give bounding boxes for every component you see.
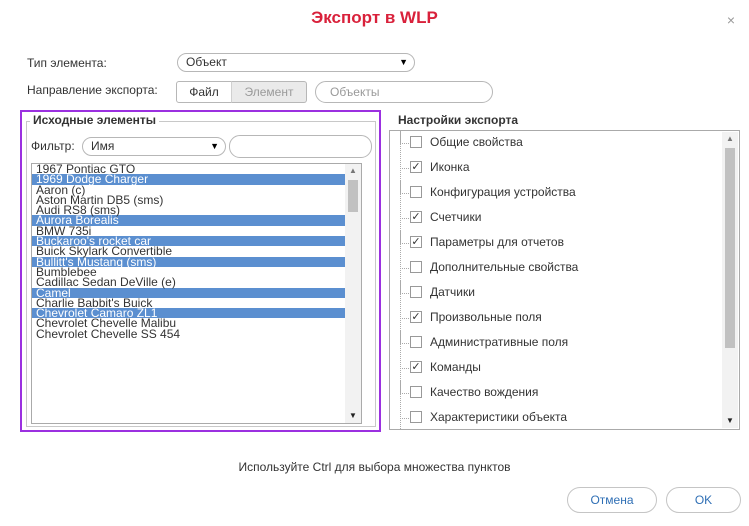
- list-item[interactable]: Chevrolet Chevelle SS 454: [32, 328, 345, 340]
- tree-connector: [400, 156, 409, 169]
- checkbox[interactable]: [410, 411, 422, 423]
- settings-scrollbar[interactable]: ▲ ▼: [722, 132, 738, 428]
- ok-button[interactable]: OK: [666, 487, 741, 513]
- settings-item-label: Качество вождения: [430, 385, 539, 399]
- settings-tree[interactable]: Общие свойства ✓ Иконка Конфигурация устрой…: [389, 130, 740, 430]
- filter-label: Фильтр:: [31, 139, 75, 153]
- dialog-title: Экспорт в WLP: [311, 8, 438, 27]
- tree-connector: [400, 181, 409, 194]
- settings-item[interactable]: ✓ Счетчики: [390, 206, 720, 230]
- element-type-select[interactable]: Объект ▼: [177, 53, 415, 72]
- source-legend: Исходные элементы: [30, 113, 160, 127]
- settings-item[interactable]: Качество вождения: [390, 381, 720, 405]
- checkbox[interactable]: [410, 261, 422, 273]
- settings-item-label: Общие свойства: [430, 135, 523, 149]
- tree-connector: [400, 206, 409, 219]
- chevron-down-icon: ▼: [399, 57, 408, 67]
- tree-connector: [400, 331, 409, 344]
- element-type-label: Тип элемента:: [27, 56, 107, 70]
- settings-item-label: Конфигурация устройства: [430, 185, 576, 199]
- settings-item-label: Административные поля: [430, 335, 569, 349]
- ctrl-hint: Используйте Ctrl для выбора множества пу…: [238, 460, 511, 474]
- tree-connector: [400, 381, 409, 394]
- settings-item-label: Произвольные поля: [430, 310, 542, 324]
- checkbox[interactable]: ✓: [410, 236, 422, 248]
- checkbox[interactable]: [410, 286, 422, 298]
- checkbox[interactable]: [410, 136, 422, 148]
- close-icon[interactable]: ×: [727, 12, 735, 28]
- source-list[interactable]: 1967 Pontiac GTO 1969 Dodge Charger Aaron …: [31, 163, 362, 424]
- cancel-button[interactable]: Отмена: [567, 487, 657, 513]
- settings-item[interactable]: ✓ Команды: [390, 356, 720, 380]
- settings-item[interactable]: Дополнительные свойства: [390, 256, 720, 280]
- settings-item[interactable]: ✓ Произвольные поля: [390, 306, 720, 330]
- scroll-up-icon[interactable]: ▲: [722, 132, 738, 146]
- filter-value: Имя: [91, 139, 115, 153]
- export-direction-label: Направление экспорта:: [27, 83, 158, 97]
- tree-connector: [400, 256, 409, 269]
- settings-item-label: Характеристики объекта: [430, 410, 568, 424]
- scroll-thumb[interactable]: [725, 148, 735, 348]
- element-type-value: Объект: [186, 55, 227, 69]
- checkbox[interactable]: ✓: [410, 161, 422, 173]
- scroll-up-icon[interactable]: ▲: [345, 164, 361, 178]
- scroll-thumb[interactable]: [348, 180, 358, 212]
- settings-item-label: Команды: [430, 360, 481, 374]
- direction-element-button[interactable]: Элемент: [231, 81, 307, 103]
- settings-item[interactable]: ✓ Иконка: [390, 156, 720, 180]
- checkbox[interactable]: [410, 336, 422, 348]
- list-item[interactable]: Cadillac Sedan DeVille (e): [32, 276, 345, 288]
- checkbox[interactable]: [410, 386, 422, 398]
- objects-input[interactable]: Объекты: [315, 81, 493, 103]
- settings-legend: Настройки экспорта: [395, 113, 522, 127]
- settings-item[interactable]: Административные поля: [390, 331, 720, 355]
- checkbox[interactable]: [410, 186, 422, 198]
- settings-item[interactable]: Конфигурация устройства: [390, 181, 720, 205]
- settings-item-label: Параметры для отчетов: [430, 235, 564, 249]
- tree-connector: [400, 131, 409, 144]
- settings-item-label: Датчики: [430, 285, 475, 299]
- settings-item-label: Счетчики: [430, 210, 482, 224]
- direction-file-button[interactable]: Файл: [176, 81, 232, 103]
- settings-item-label: Иконка: [430, 160, 470, 174]
- tree-connector: [400, 306, 409, 319]
- scroll-down-icon[interactable]: ▼: [722, 414, 738, 428]
- tree-connector: [400, 281, 409, 294]
- tree-connector: [400, 231, 409, 244]
- chevron-down-icon: ▼: [210, 141, 219, 151]
- settings-item[interactable]: Общие свойства: [390, 131, 720, 155]
- tree-connector: [400, 406, 409, 419]
- source-list-items: 1967 Pontiac GTO 1969 Dodge Charger Aaron …: [32, 164, 345, 340]
- scroll-down-icon[interactable]: ▼: [345, 409, 361, 423]
- settings-item-label: Дополнительные свойства: [430, 260, 579, 274]
- checkbox[interactable]: ✓: [410, 361, 422, 373]
- source-list-scrollbar[interactable]: ▲ ▼: [345, 164, 361, 423]
- checkbox[interactable]: ✓: [410, 211, 422, 223]
- settings-item[interactable]: Датчики: [390, 281, 720, 305]
- filter-select[interactable]: Имя ▼: [82, 137, 226, 156]
- filter-input[interactable]: [229, 135, 372, 158]
- tree-connector: [400, 356, 409, 369]
- checkbox[interactable]: ✓: [410, 311, 422, 323]
- settings-item[interactable]: ✓ Параметры для отчетов: [390, 231, 720, 255]
- settings-item[interactable]: Характеристики объекта: [390, 406, 720, 429]
